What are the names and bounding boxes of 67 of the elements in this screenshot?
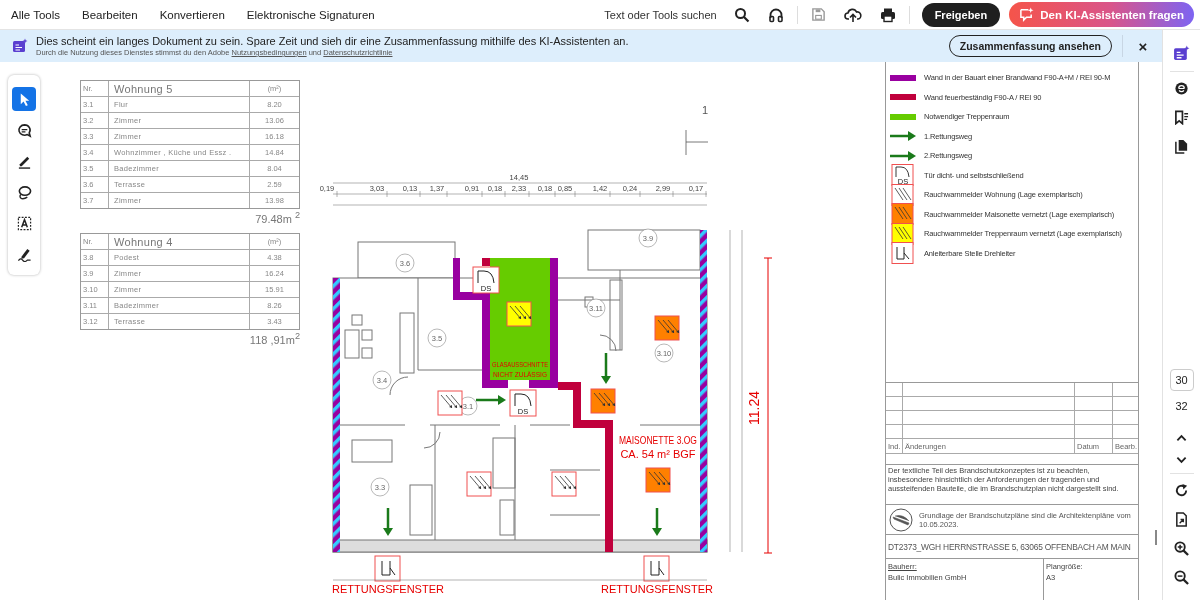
signature-pen-icon (16, 246, 32, 262)
page-number[interactable]: 32 (1169, 395, 1194, 417)
table-title: Wohnung 4 (108, 234, 249, 249)
ladder-point-icon (643, 555, 670, 582)
ladder-point-icon (374, 555, 401, 582)
zoom-out-icon[interactable] (1174, 570, 1189, 585)
arrow-icon (890, 131, 916, 142)
scroll-handle[interactable] (1155, 530, 1157, 545)
comment-icon[interactable] (1174, 81, 1189, 96)
rescue-window-label: RETTUNGSFENSTER (601, 583, 713, 595)
stair-note: NICHT ZULÄSSIG (493, 370, 560, 379)
pages-icon[interactable] (1174, 139, 1189, 154)
share-button[interactable]: Freigeben (921, 2, 1001, 27)
zoom-in-icon[interactable] (1174, 541, 1189, 556)
ai-assistant-button[interactable]: Den KI-Assistenten fragen (1009, 2, 1194, 27)
section-marker (685, 129, 709, 156)
escape-route-arrow (601, 353, 611, 384)
ladder-point-icon (891, 242, 914, 265)
menu-item[interactable]: Konvertieren (159, 8, 225, 21)
ai-summary-icon[interactable] (1173, 45, 1190, 62)
search-button[interactable]: Text oder Tools suchen (604, 8, 717, 21)
arrow-icon (890, 150, 916, 161)
chevron-down-icon[interactable] (1176, 456, 1187, 464)
unit-label: CA. 54 m² BGF (620, 448, 696, 460)
smoke-detector-icon (551, 471, 577, 497)
area-total: 79.48m $^{2}$ (255, 210, 300, 225)
lasso-icon (16, 184, 32, 200)
cloud-upload-icon[interactable] (843, 6, 862, 23)
headphones-icon[interactable] (767, 6, 784, 23)
section-label: 1 (702, 104, 709, 116)
chevron-up-icon[interactable] (1176, 434, 1187, 442)
smoke-detector-icon (466, 471, 492, 497)
unit-label: MAISONETTE 3.OG (619, 434, 720, 446)
smoke-detector-icon (891, 183, 914, 206)
close-button[interactable]: × (1136, 37, 1150, 55)
comment-icon (16, 122, 32, 138)
smoke-detector-icon (590, 388, 616, 414)
bookmark-icon[interactable] (1174, 110, 1189, 125)
rescue-window-label: RETTUNGSFENSTER (332, 583, 444, 595)
smoke-detector-icon (645, 467, 671, 493)
menu-item[interactable]: Alle Tools (11, 8, 60, 21)
stair-note: GLASAUSSCHNITTE (492, 360, 570, 369)
area-total: 118 ,91m$^{2}$ (249, 331, 300, 346)
smoke-detector-icon (506, 301, 532, 327)
page-number[interactable]: 30 (1169, 369, 1194, 391)
chat-sparkle-icon (1019, 7, 1035, 22)
company-logo-icon (889, 507, 913, 532)
smoke-detector-icon (891, 222, 914, 245)
smoke-detector-icon (437, 390, 463, 416)
search-icon[interactable] (733, 6, 750, 23)
save-icon[interactable] (810, 7, 826, 22)
smoke-detector-icon (654, 315, 680, 341)
ai-summary-icon (12, 38, 28, 54)
escape-route-arrow (652, 508, 662, 536)
print-icon[interactable] (879, 6, 896, 23)
escape-route-arrow (383, 508, 393, 536)
project-title: DT2373_WGH HERRNSTRASSE 5, 63065 OFFENBACH AM MAIN (886, 535, 1138, 559)
menu-item[interactable]: Elektronische Signaturen (246, 8, 375, 21)
table-title: Wohnung 5 (108, 81, 249, 96)
height-dimension-label: 11.24 (746, 391, 762, 425)
rotate-icon[interactable] (1174, 483, 1189, 498)
escape-route-arrow (476, 395, 506, 405)
text-select-icon (16, 215, 32, 231)
export-page-icon[interactable] (1174, 512, 1189, 527)
menu-item[interactable]: Bearbeiten (82, 8, 138, 21)
smoke-detector-icon (891, 203, 914, 226)
banner-message: Dies scheint ein langes Dokument zu sein. Spare Zeit und sieh dir eine Zusammenfassung mithilfe des KI-Assistenten an. (36, 35, 630, 47)
